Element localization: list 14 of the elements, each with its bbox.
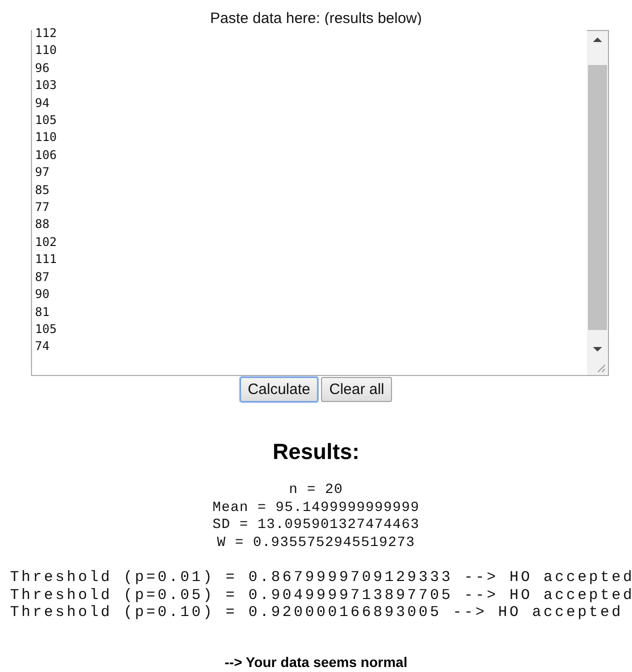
- results-heading: Results:: [272, 439, 360, 465]
- stat-line: SD = 13.095901327474463: [212, 517, 420, 534]
- scrollbar-thumb[interactable]: [588, 65, 607, 330]
- scrollbar[interactable]: [587, 31, 608, 375]
- stat-line: n = 20: [288, 482, 343, 500]
- action-button[interactable]: Calculate: [240, 377, 318, 402]
- threshold-line: Threshold (p=0.10) = 0.920000166893005 --> HO accepted: [10, 604, 623, 621]
- resize-grip-icon[interactable]: [596, 363, 606, 373]
- stat-line: W = 0.9355752945519273: [216, 534, 416, 552]
- action-button[interactable]: Clear all: [321, 377, 392, 402]
- stat-line: Mean = 95.1499999999999: [212, 500, 420, 517]
- threshold-line: Threshold (p=0.05) = 0.9049999713897705 --> HO accepted: [10, 586, 632, 604]
- threshold-line: Threshold (p=0.01) = 0.8679999709129333 --> HO accepted: [10, 569, 632, 586]
- conclusion-text: --> Your data seems normal: [224, 654, 408, 670]
